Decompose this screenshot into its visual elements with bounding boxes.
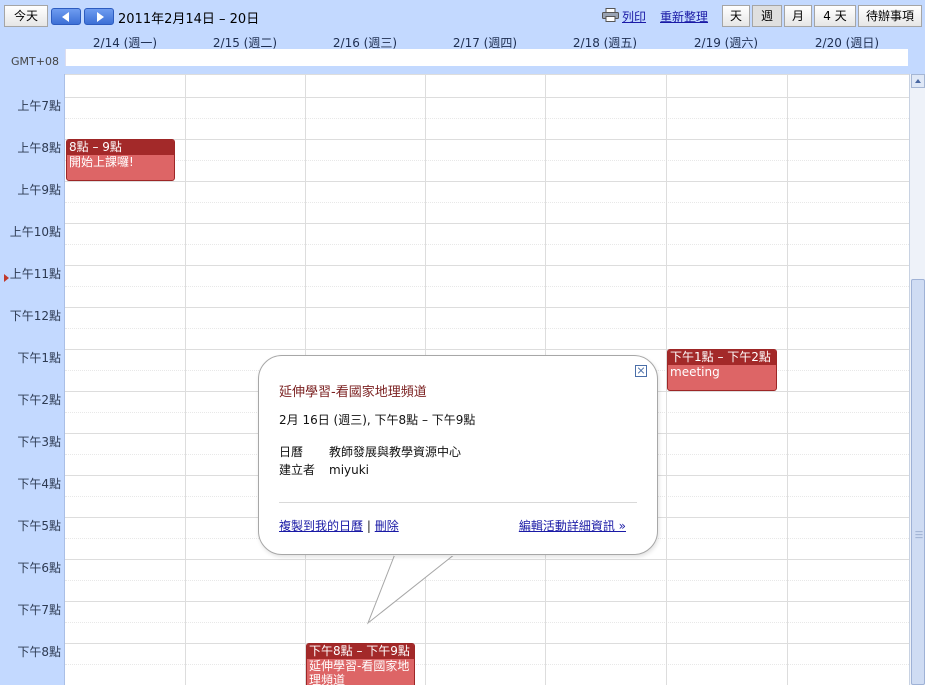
calendar-value: 教師發展與教學資源中心 — [329, 445, 462, 459]
arrow-left-icon — [62, 12, 69, 22]
half-hour-line — [65, 118, 909, 119]
bubble-actions: 複製到我的日曆 | 刪除 — [279, 517, 399, 534]
hour-line — [65, 74, 909, 75]
action-separator: | — [366, 519, 371, 533]
date-range-label: 2011年2月14日 – 20日 — [118, 12, 260, 27]
event-title: 延伸學習-看國家地理頻道 — [309, 659, 410, 685]
half-hour-line — [65, 202, 909, 203]
time-label: 上午7點 — [17, 99, 61, 113]
event-block[interactable]: 8點 – 9點 開始上課囉! — [66, 139, 175, 181]
bubble-divider — [279, 502, 637, 503]
grip-icon: — — — — [915, 527, 923, 542]
view-month-button[interactable]: 月 — [784, 5, 812, 27]
delete-link[interactable]: 刪除 — [375, 519, 399, 533]
time-label: 下午1點 — [17, 351, 61, 365]
creator-label: 建立者 — [279, 463, 316, 477]
timezone-label: GMT+08 — [11, 55, 59, 68]
half-hour-line — [65, 622, 909, 623]
time-label: 下午2點 — [17, 393, 61, 407]
half-hour-line — [65, 328, 909, 329]
event-details-bubble: 延伸學習-看國家地理頻道 2月 16日 (週三), 下午8點 – 下午9點 日曆… — [258, 355, 658, 555]
view-day-button[interactable]: 天 — [722, 5, 750, 27]
calendar-row: 日曆 教師發展與教學資源中心 — [279, 443, 461, 460]
time-label: 下午3點 — [17, 435, 61, 449]
printer-icon[interactable] — [602, 8, 619, 22]
event-title: meeting — [670, 365, 720, 379]
event-block[interactable]: 下午1點 – 下午2點 meeting — [667, 349, 777, 391]
hour-line — [65, 601, 909, 602]
time-label: 下午12點 — [9, 309, 61, 323]
half-hour-line — [65, 160, 909, 161]
event-detail-datetime: 2月 16日 (週三), 下午8點 – 下午9點 — [279, 413, 476, 427]
grid-scrollbar[interactable]: — — — — [909, 74, 925, 685]
half-hour-line — [65, 664, 909, 665]
week-header: 2/14 (週一) 2/15 (週二) 2/16 (週三) 2/17 (週四) … — [0, 32, 925, 74]
hour-line — [65, 223, 909, 224]
half-hour-line — [65, 244, 909, 245]
hour-line — [65, 643, 909, 644]
hour-line — [65, 139, 909, 140]
time-label: 下午4點 — [17, 477, 61, 491]
time-label: 下午8點 — [17, 645, 61, 659]
half-hour-line — [65, 286, 909, 287]
time-label: 上午9點 — [17, 183, 61, 197]
refresh-link[interactable]: 重新整理 — [660, 8, 708, 25]
creator-value: miyuki — [329, 463, 370, 477]
arrow-right-icon — [97, 12, 104, 22]
today-button[interactable]: 今天 — [4, 5, 48, 27]
calendar-label: 日曆 — [279, 445, 304, 459]
current-time-marker — [4, 274, 9, 282]
bubble-tail — [366, 553, 457, 625]
hour-line — [65, 349, 909, 350]
calendar-toolbar: 今天 2011年2月14日 – 20日 列印 重新整理 天 週 月 4 天 待辦… — [0, 0, 925, 32]
time-label: 上午11點 — [9, 267, 61, 281]
time-label: 上午8點 — [17, 141, 61, 155]
hour-line — [65, 97, 909, 98]
hour-line — [65, 307, 909, 308]
next-week-button[interactable] — [84, 8, 114, 25]
previous-week-button[interactable] — [51, 8, 81, 25]
creator-row: 建立者 miyuki — [279, 461, 369, 478]
all-day-row[interactable] — [65, 49, 908, 66]
time-label: 下午7點 — [17, 603, 61, 617]
event-time: 下午1點 – 下午2點 — [668, 350, 776, 365]
edit-event-details-link[interactable]: 編輯活動詳細資訊 » — [519, 517, 626, 534]
day-column-divider — [185, 74, 186, 685]
time-label: 下午6點 — [17, 561, 61, 575]
time-column: 上午7點 上午8點 上午9點 上午10點 上午11點 下午12點 下午1點 下午… — [0, 74, 65, 685]
close-icon[interactable] — [635, 365, 647, 377]
view-agenda-button[interactable]: 待辦事項 — [858, 5, 922, 27]
hour-line — [65, 559, 909, 560]
hour-line — [65, 265, 909, 266]
view-week-button[interactable]: 週 — [752, 5, 782, 27]
view-4day-button[interactable]: 4 天 — [814, 5, 856, 27]
event-detail-title: 延伸學習-看國家地理頻道 — [279, 385, 427, 400]
half-hour-line — [65, 580, 909, 581]
print-link[interactable]: 列印 — [622, 8, 646, 25]
time-label: 下午5點 — [17, 519, 61, 533]
time-label: 上午10點 — [9, 225, 61, 239]
event-time: 8點 – 9點 — [67, 140, 174, 155]
hour-line — [65, 181, 909, 182]
scroll-up-button[interactable] — [911, 74, 925, 88]
event-title: 開始上課囉! — [69, 155, 134, 169]
scroll-thumb[interactable]: — — — — [911, 279, 925, 685]
day-column-divider — [787, 74, 788, 685]
copy-to-my-calendar-link[interactable]: 複製到我的日曆 — [279, 519, 363, 533]
